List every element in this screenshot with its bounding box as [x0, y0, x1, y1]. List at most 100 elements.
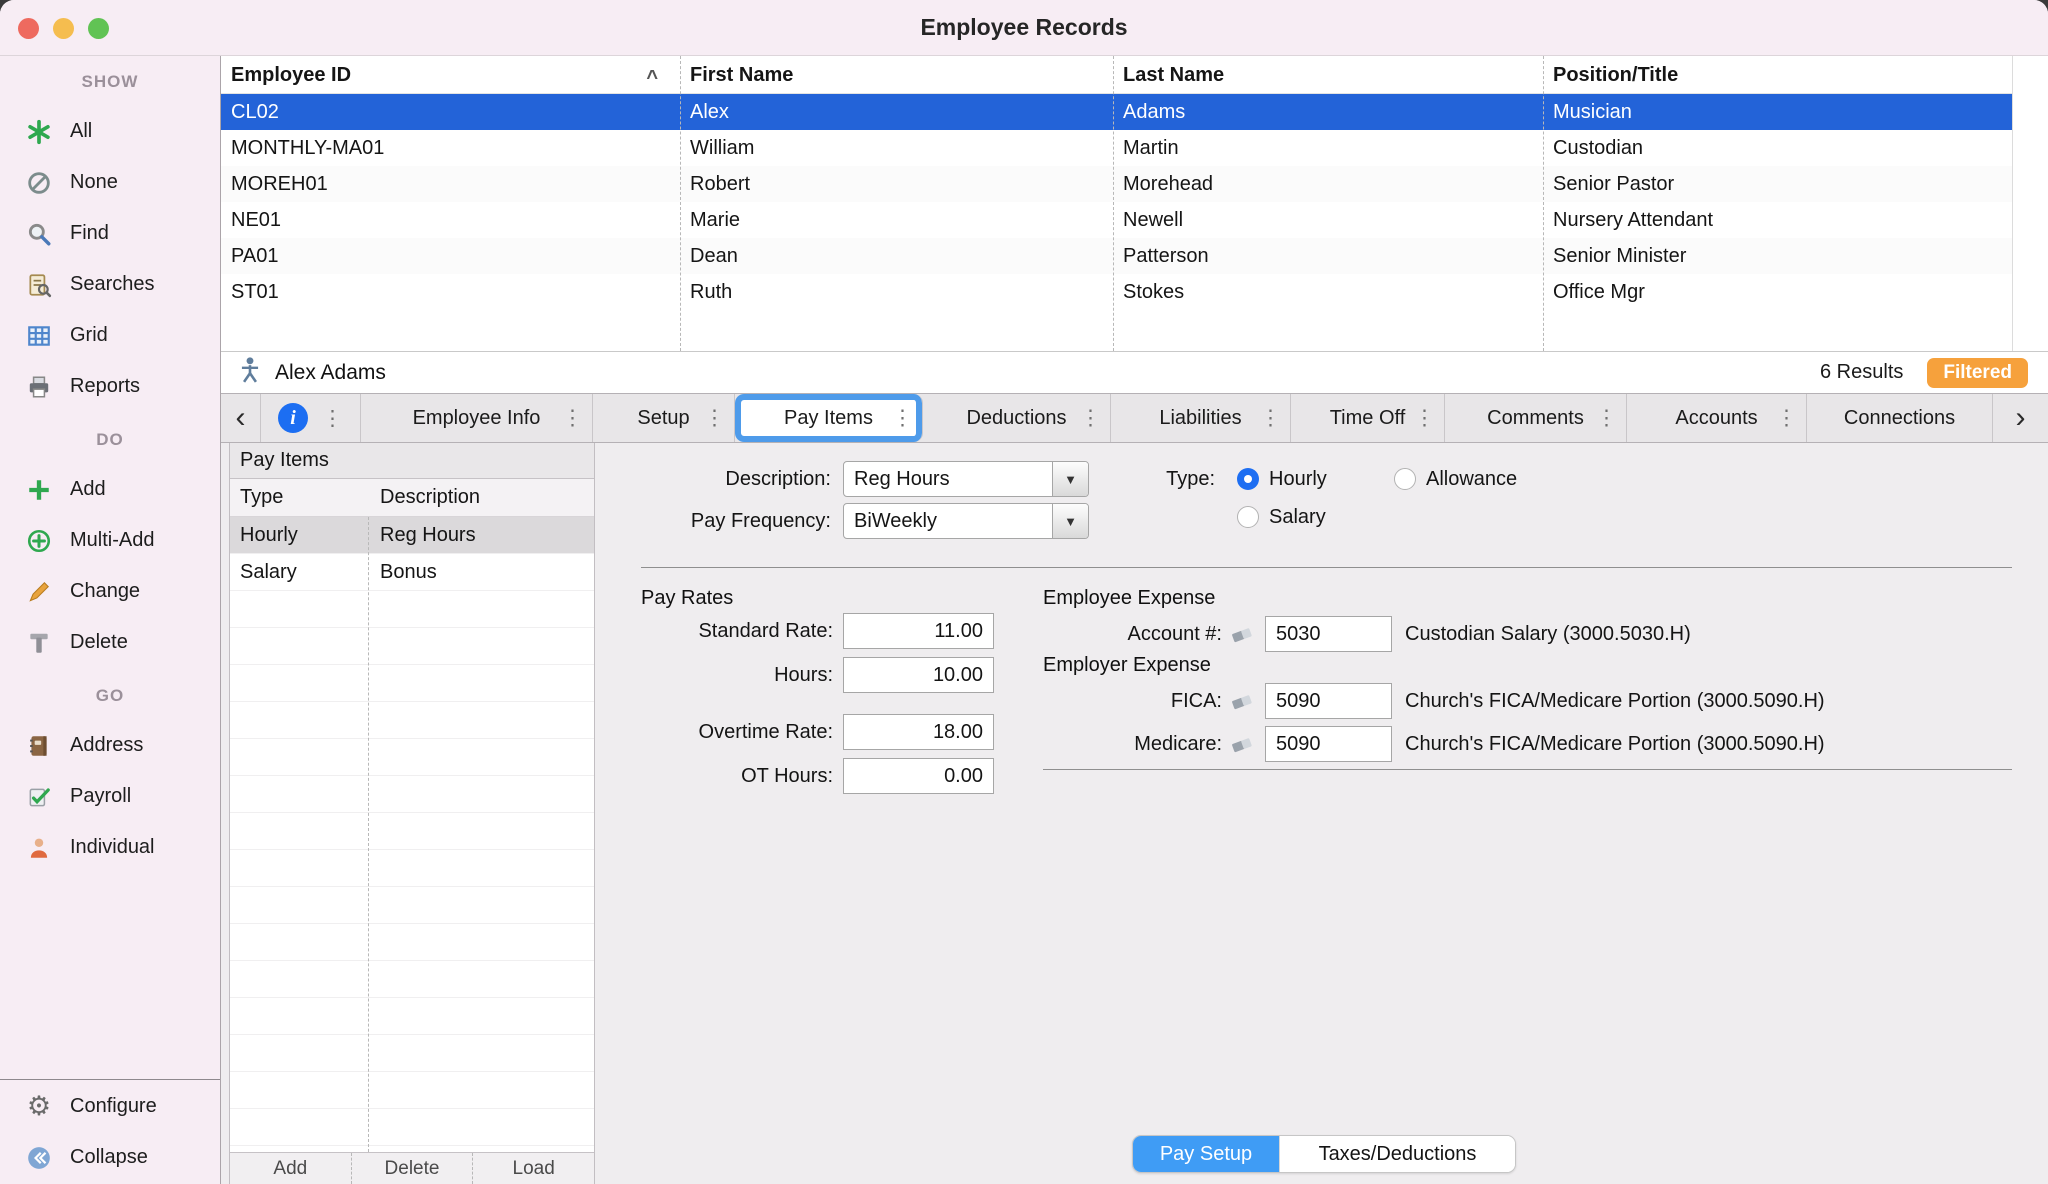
- cell-first-name: Marie: [680, 202, 1113, 238]
- hours-input[interactable]: [843, 657, 994, 693]
- individual-person-icon: [24, 833, 54, 863]
- tab-comments[interactable]: Comments ⋮: [1445, 394, 1627, 442]
- tab-menu-icon[interactable]: ⋮: [892, 406, 913, 431]
- sidebar-item-label: Find: [70, 222, 109, 245]
- radio-hourly[interactable]: Hourly: [1237, 461, 1327, 497]
- tab-menu-icon[interactable]: ⋮: [1596, 406, 1617, 431]
- employee-row[interactable]: PA01 Dean Patterson Senior Minister: [221, 238, 2048, 274]
- pay-items-content: Pay Items Type Description Hourly Reg Ho…: [221, 443, 2048, 1184]
- column-header-first-name[interactable]: First Name: [680, 56, 1113, 94]
- tab-scroll-left-button[interactable]: ‹: [221, 394, 261, 442]
- sidebar-item-delete[interactable]: Delete: [0, 617, 220, 668]
- change-pencil-icon: [24, 577, 54, 607]
- sidebar-item-find[interactable]: Find: [0, 208, 220, 259]
- tab-time-off[interactable]: Time Off ⋮: [1291, 394, 1445, 442]
- pay-frequency-dropdown[interactable]: BiWeekly: [843, 503, 1089, 539]
- column-divider: [1543, 56, 1544, 351]
- tab-deductions[interactable]: Deductions ⋮: [923, 394, 1111, 442]
- tab-connections[interactable]: Connections: [1807, 394, 1993, 442]
- tab-menu-icon[interactable]: ⋮: [1414, 406, 1435, 431]
- sidebar-item-all[interactable]: All: [0, 106, 220, 157]
- info-menu-icon[interactable]: ⋮: [322, 406, 343, 431]
- column-header-employee-id[interactable]: Employee ID ^: [221, 56, 680, 94]
- tab-menu-icon[interactable]: ⋮: [1080, 406, 1101, 431]
- divider: [1043, 769, 2012, 770]
- radio-allowance[interactable]: Allowance: [1394, 461, 1517, 497]
- record-name: Alex Adams: [275, 361, 386, 385]
- standard-rate-label: Standard Rate:: [601, 613, 833, 649]
- tab-accounts[interactable]: Accounts ⋮: [1627, 394, 1807, 442]
- none-icon: [24, 168, 54, 198]
- sidebar-item-address[interactable]: Address: [0, 720, 220, 771]
- pay-rates-heading: Pay Rates: [641, 587, 733, 610]
- tab-employee-info[interactable]: Employee Info ⋮: [361, 394, 593, 442]
- zoom-button[interactable]: [88, 18, 109, 39]
- cell-employee-id: ST01: [221, 274, 680, 310]
- sidebar-item-reports[interactable]: Reports: [0, 361, 220, 412]
- sidebar-item-grid[interactable]: Grid: [0, 310, 220, 361]
- add-plus-icon: [24, 475, 54, 505]
- column-header-position-title[interactable]: Position/Title: [1543, 56, 2013, 94]
- sidebar-item-searches[interactable]: Searches: [0, 259, 220, 310]
- tab-scroll-right-button[interactable]: ›: [1993, 394, 2048, 442]
- sidebar-item-add[interactable]: Add: [0, 464, 220, 515]
- filtered-badge[interactable]: Filtered: [1927, 358, 2028, 388]
- column-divider: [680, 56, 681, 351]
- tab-pay-items[interactable]: Pay Items ⋮: [735, 394, 923, 442]
- minimize-button[interactable]: [53, 18, 74, 39]
- employee-expense-heading: Employee Expense: [1043, 587, 1215, 610]
- pay-setup-tab[interactable]: Pay Setup: [1133, 1136, 1279, 1172]
- fica-label: FICA:: [1041, 683, 1222, 719]
- record-info-button[interactable]: ⋮: [261, 394, 361, 442]
- account-lookup-icon[interactable]: [1229, 731, 1255, 762]
- pay-frequency-label: Pay Frequency:: [601, 503, 831, 539]
- all-asterisk-icon: [24, 117, 54, 147]
- overtime-rate-input[interactable]: [843, 714, 994, 750]
- cell-last-name: Stokes: [1113, 274, 1543, 310]
- sidebar: SHOW All None Find: [0, 56, 221, 1184]
- tab-menu-icon[interactable]: ⋮: [1260, 406, 1281, 431]
- cell-employee-id: PA01: [221, 238, 680, 274]
- cell-employee-id: NE01: [221, 202, 680, 238]
- grid-icon: [24, 321, 54, 351]
- account-lookup-icon[interactable]: [1229, 621, 1255, 652]
- employee-table-header: Employee ID ^ First Name Last Name Posit…: [221, 56, 2048, 94]
- employee-row[interactable]: CL02 Alex Adams Musician: [221, 94, 2048, 130]
- account-number-label: Account #:: [1041, 616, 1222, 652]
- sidebar-item-individual[interactable]: Individual: [0, 822, 220, 873]
- table-scrollbar[interactable]: [2012, 56, 2048, 351]
- standard-rate-input[interactable]: [843, 613, 994, 649]
- account-lookup-icon[interactable]: [1229, 688, 1255, 719]
- employee-row[interactable]: MONTHLY-MA01 William Martin Custodian: [221, 130, 2048, 166]
- taxes-deductions-tab[interactable]: Taxes/Deductions: [1279, 1136, 1515, 1172]
- employee-row[interactable]: NE01 Marie Newell Nursery Attendant: [221, 202, 2048, 238]
- tab-menu-icon[interactable]: ⋮: [704, 406, 725, 431]
- sidebar-item-collapse[interactable]: Collapse: [0, 1132, 220, 1183]
- cell-position: Senior Minister: [1543, 238, 2013, 274]
- medicare-account-input[interactable]: [1265, 726, 1392, 762]
- sidebar-item-change[interactable]: Change: [0, 566, 220, 617]
- ot-hours-input[interactable]: [843, 758, 994, 794]
- cell-first-name: Robert: [680, 166, 1113, 202]
- payroll-check-icon: [24, 782, 54, 812]
- description-value: Reg Hours: [844, 462, 1052, 496]
- tab-setup[interactable]: Setup ⋮: [593, 394, 735, 442]
- sidebar-item-payroll[interactable]: Payroll: [0, 771, 220, 822]
- close-button[interactable]: [18, 18, 39, 39]
- employee-row[interactable]: MOREH01 Robert Morehead Senior Pastor: [221, 166, 2048, 202]
- tab-menu-icon[interactable]: ⋮: [1776, 406, 1797, 431]
- sidebar-item-configure[interactable]: Configure: [0, 1081, 220, 1132]
- sidebar-item-multi-add[interactable]: Multi-Add: [0, 515, 220, 566]
- sidebar-section-go: GO: [0, 684, 220, 708]
- sidebar-item-label: Reports: [70, 375, 140, 398]
- account-number-input[interactable]: [1265, 616, 1392, 652]
- fica-account-input[interactable]: [1265, 683, 1392, 719]
- column-header-last-name[interactable]: Last Name: [1113, 56, 1543, 94]
- tab-menu-icon[interactable]: ⋮: [562, 406, 583, 431]
- employee-row[interactable]: ST01 Ruth Stokes Office Mgr: [221, 274, 2048, 310]
- tab-liabilities[interactable]: Liabilities ⋮: [1111, 394, 1291, 442]
- cell-last-name: Adams: [1113, 94, 1543, 130]
- overtime-rate-label: Overtime Rate:: [601, 714, 833, 750]
- sidebar-item-none[interactable]: None: [0, 157, 220, 208]
- radio-salary[interactable]: Salary: [1237, 499, 1326, 535]
